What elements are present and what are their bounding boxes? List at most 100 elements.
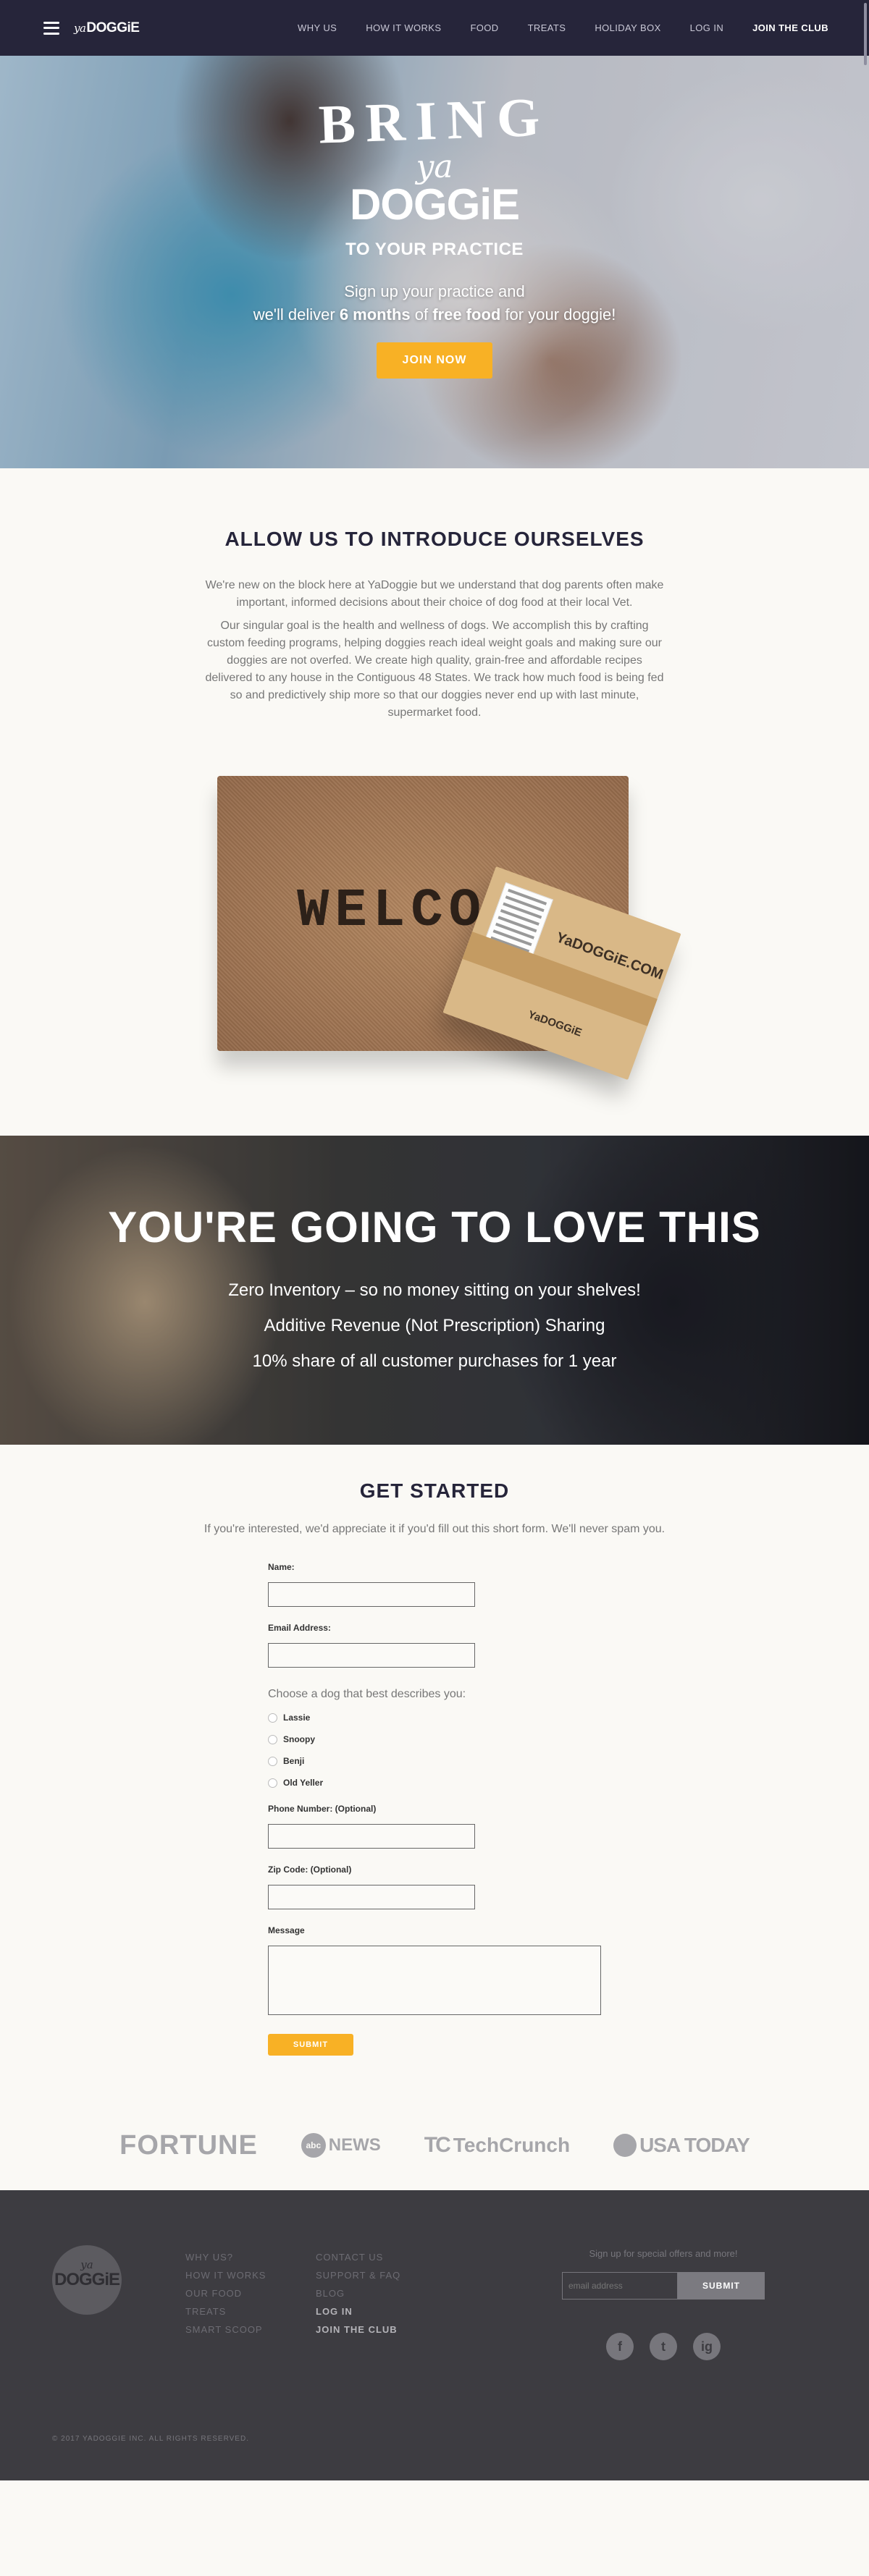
nav-why-us[interactable]: WHY US [298,22,337,33]
newsletter-row: SUBMIT [562,2272,765,2300]
footer-link-log-in[interactable]: LOG IN [316,2302,400,2320]
copyright: © 2017 YADOGGIE INC. ALL RIGHTS RESERVED… [52,2435,249,2443]
hero-content: BRING ya DOGGiE TO YOUR PRACTICE Sign up… [0,86,869,379]
box-logo-tape: YaDOGGiE [526,1008,584,1039]
hero-bring: BRING [318,86,551,156]
facebook-icon[interactable]: f [606,2333,634,2360]
techcrunch-text: TechCrunch [453,2134,571,2156]
usa-today-dot-icon [613,2134,637,2157]
newsletter-email-input[interactable] [562,2272,678,2300]
footer-link-how-it-works[interactable]: HOW IT WORKS [185,2266,266,2284]
nav-treats[interactable]: TREATS [528,22,566,33]
dog-option-label: Old Yeller [283,1778,324,1788]
nav-food[interactable]: FOOD [470,22,498,33]
get-started-lead: If you're interested, we'd appreciate it… [203,1523,666,1535]
radio-button[interactable] [268,1778,277,1788]
newsletter-submit-button[interactable]: SUBMIT [678,2272,765,2300]
abc-news-logo: abc NEWS [301,2133,381,2158]
intro-paragraph-2: Our singular goal is the health and well… [205,620,664,719]
hero-free-food: free food [432,305,501,324]
top-nav: yaDOGGiE WHY US HOW IT WORKS FOOD TREATS… [0,0,869,65]
form-submit-button[interactable]: SUBMIT [268,2034,353,2056]
dog-option-benji[interactable]: Benji [268,1756,601,1766]
usa-today-logo: USA TODAY [613,2134,750,2157]
radio-button[interactable] [268,1756,277,1766]
phone-input[interactable] [268,1824,475,1849]
footer: ya DOGGiE WHY US? HOW IT WORKS OUR FOOD T… [0,2190,869,2480]
dog-option-lassie[interactable]: Lassie [268,1713,601,1723]
hero-line-2-mid: of [410,305,433,324]
intro-title: ALLOW US TO INTRODUCE OURSELVES [224,528,645,550]
hero-line-2-pre: we'll deliver [253,305,340,324]
footer-link-treats[interactable]: TREATS [185,2302,266,2320]
nav-join-the-club[interactable]: JOIN THE CLUB [752,22,828,33]
newsletter-text: Sign up for special offers and more! [589,2248,738,2259]
intro-section: ALLOW US TO INTRODUCE OURSELVES We're ne… [0,468,869,1136]
dog-option-label: Snoopy [283,1734,315,1744]
hamburger-menu-icon[interactable] [43,21,59,35]
abc-mark: abc [301,2133,326,2158]
scrollbar-thumb[interactable] [864,3,867,65]
name-input[interactable] [268,1582,475,1607]
footer-link-our-food[interactable]: OUR FOOD [185,2284,266,2302]
dog-option-old-yeller[interactable]: Old Yeller [268,1778,601,1788]
instagram-icon[interactable]: ig [693,2333,721,2360]
fortune-logo: FORTUNE [119,2129,258,2161]
signup-form: Name: Email Address: Choose a dog that b… [268,1562,601,2056]
nav-log-in[interactable]: LOG IN [690,22,723,33]
join-now-button[interactable]: JOIN NOW [377,342,492,379]
radio-button[interactable] [268,1713,277,1723]
newsletter-signup: Sign up for special offers and more! SUB… [562,2248,765,2360]
footer-logo[interactable]: ya DOGGiE [52,2245,122,2315]
footer-link-contact-us[interactable]: CONTACT US [316,2248,400,2266]
benefits-section: YOU'RE GOING TO LOVE THIS Zero Inventory… [0,1136,869,1445]
tc-mark: TC [424,2133,451,2157]
email-label: Email Address: [268,1623,331,1633]
footer-link-support-faq[interactable]: SUPPORT & FAQ [316,2266,400,2284]
intro-paragraph-1: We're new on the block here at YaDoggie … [205,579,664,609]
logo-doggie: DOGGiE [86,20,140,35]
dog-option-snoopy[interactable]: Snoopy [268,1734,601,1744]
zip-label: Zip Code: (Optional) [268,1865,352,1875]
dog-option-label: Lassie [283,1713,311,1723]
twitter-icon[interactable]: t [650,2333,677,2360]
social-links: f t ig [562,2333,765,2360]
get-started-title: GET STARTED [359,1479,510,1502]
dog-option-label: Benji [283,1756,305,1766]
hero-subtext: Sign up your practice and we'll deliver … [0,280,869,326]
footer-links-col-2: CONTACT US SUPPORT & FAQ BLOG LOG IN JOI… [316,2248,400,2339]
email-input[interactable] [268,1643,475,1668]
message-textarea[interactable] [268,1946,601,2015]
hero-section: BRING ya DOGGiE TO YOUR PRACTICE Sign up… [0,56,869,468]
footer-link-blog[interactable]: BLOG [316,2284,400,2302]
hero-line-1: Sign up your practice and [344,282,525,300]
nav-links: WHY US HOW IT WORKS FOOD TREATS HOLIDAY … [269,22,828,33]
zip-input[interactable] [268,1885,475,1909]
footer-logo-doggie: DOGGiE [54,2270,120,2289]
footer-link-smart-scoop[interactable]: SMART SCOOP [185,2320,266,2339]
footer-link-why-us[interactable]: WHY US? [185,2248,266,2266]
site-logo[interactable]: yaDOGGiE [74,20,140,36]
techcrunch-logo: TC TechCrunch [424,2133,570,2158]
hero-6-months: 6 months [339,305,411,324]
benefits-content: YOU'RE GOING TO LOVE THIS Zero Inventory… [0,1136,869,1379]
press-logos: FORTUNE abc NEWS TC TechCrunch USA TODAY [0,2100,869,2190]
benefit-item: 10% share of all customer purchases for … [252,1351,617,1371]
radio-button[interactable] [268,1734,277,1744]
hero-line-2: we'll deliver 6 months of free food for … [0,303,869,326]
hero-line-2-post: for your doggie! [500,305,616,324]
usa-today-text: USA TODAY [639,2134,750,2156]
doormat-text: WELCO [297,881,487,942]
benefit-item: Zero Inventory – so no money sitting on … [228,1280,641,1300]
hero-doggie: DOGGiE [349,180,520,229]
dog-choice-prompt: Choose a dog that best describes you: [268,1688,466,1700]
footer-link-join-the-club[interactable]: JOIN THE CLUB [316,2320,400,2339]
get-started-section: GET STARTED If you're interested, we'd a… [0,1445,869,2190]
benefit-item: Additive Revenue (Not Prescription) Shar… [264,1316,605,1335]
benefits-title: YOU'RE GOING TO LOVE THIS [108,1203,761,1251]
phone-label: Phone Number: (Optional) [268,1804,377,1814]
nav-how-it-works[interactable]: HOW IT WORKS [366,22,441,33]
welcome-mat-image: WELCO YaDOGGiE.COM YaDOGGiE [217,776,710,1094]
message-label: Message [268,1925,305,1935]
nav-holiday-box[interactable]: HOLIDAY BOX [595,22,660,33]
